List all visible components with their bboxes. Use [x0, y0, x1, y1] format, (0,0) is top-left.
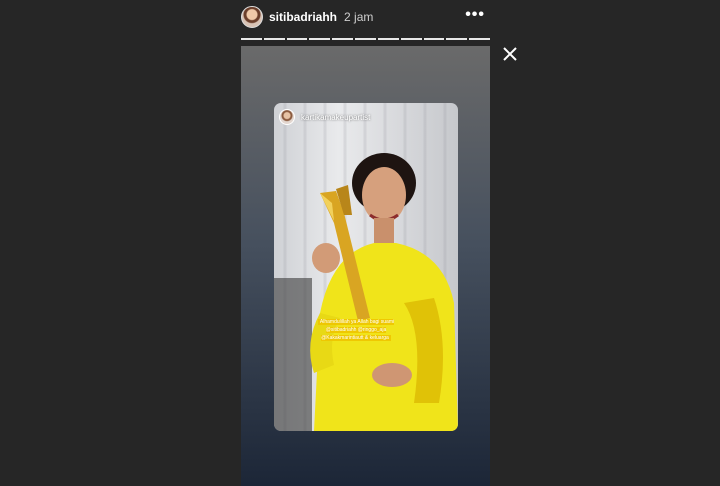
progress-segment — [469, 38, 490, 40]
shared-post-header[interactable]: kartikamakeupartist — [279, 109, 370, 125]
shared-caption: Alhamdulillah ya Allah bagi suami @sitib… — [314, 318, 398, 342]
progress-segment — [309, 38, 331, 40]
progress-segment — [263, 38, 285, 40]
user-avatar[interactable] — [241, 6, 263, 28]
progress-segment — [286, 38, 308, 40]
shared-post-card[interactable]: kartikamakeupartist Alhamdulillah ya All… — [274, 103, 458, 431]
progress-segment — [377, 38, 399, 40]
story-frame[interactable]: kartikamakeupartist Alhamdulillah ya All… — [241, 46, 490, 486]
progress-segment — [332, 38, 354, 40]
progress-segment — [446, 38, 468, 40]
progress-segment — [400, 38, 422, 40]
caption-text: Alhamdulillah ya Allah bagi suami @sitib… — [317, 319, 395, 341]
close-icon[interactable] — [502, 46, 518, 62]
story-progress-bar — [241, 38, 490, 40]
shared-username[interactable]: kartikamakeupartist — [301, 113, 370, 122]
username[interactable]: sitibadriahh — [269, 10, 337, 24]
progress-segment — [423, 38, 445, 40]
story-header: sitibadriahh 2 jam ••• — [241, 4, 491, 30]
post-time: 2 jam — [344, 10, 374, 24]
progress-segment — [241, 38, 262, 40]
more-options-icon[interactable]: ••• — [465, 7, 485, 23]
shared-user-avatar[interactable] — [279, 109, 295, 125]
post-photo — [274, 153, 458, 431]
progress-segment — [355, 38, 376, 40]
